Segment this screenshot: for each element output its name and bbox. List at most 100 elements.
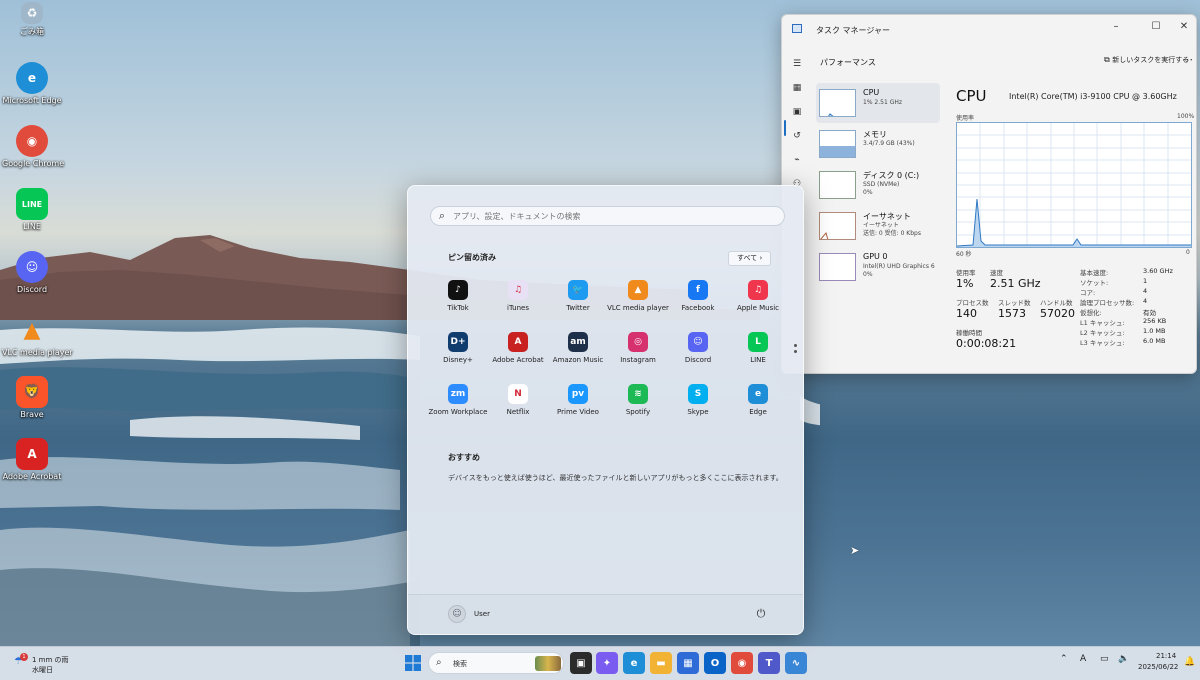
- tiktok-icon: ♪: [448, 280, 468, 300]
- chrome-icon[interactable]: ◉: [731, 652, 753, 674]
- run-new-task-button[interactable]: ⧉ 新しいタスクを実行する: [1104, 55, 1189, 65]
- volume-icon[interactable]: 🔈: [1118, 654, 1129, 664]
- windows-logo-icon: [405, 655, 421, 671]
- desktop-icon-discord[interactable]: ☺ Discord: [2, 251, 62, 294]
- task-manager-icon[interactable]: ∿: [785, 652, 807, 674]
- pinned-app-spotify[interactable]: ≋ Spotify: [608, 384, 668, 430]
- pinned-app-facebook[interactable]: f Facebook: [668, 280, 728, 326]
- ethernet-mini-graph: [819, 212, 856, 240]
- gpu-mini-graph: [819, 253, 856, 281]
- line-icon: L: [748, 332, 768, 352]
- acrobat-icon: A: [16, 438, 48, 470]
- all-apps-button[interactable]: すべて ›: [728, 251, 772, 266]
- handles-value: 57020: [1040, 307, 1075, 320]
- desktop-icon-label: Google Chrome: [2, 159, 65, 168]
- page-indicator[interactable]: [794, 344, 798, 356]
- vlc-icon: ▲: [23, 317, 41, 343]
- task-manager-window[interactable]: タスク マネージャー – ☐ ✕ ☰ ▦ ▣ ↺ ⌁ ⚇ パフォーマンス ⧉ 新…: [781, 14, 1197, 374]
- weather-widget[interactable]: ☂ 1 1 mm の雨 水曜日: [14, 651, 84, 677]
- resource-item-disk[interactable]: ディスク 0 (C:) SSD (NVMe) 0%: [816, 165, 940, 205]
- pinned-app-acrobat[interactable]: A Adobe Acrobat: [488, 332, 548, 378]
- resource-item-cpu[interactable]: CPU 1% 2.51 GHz: [816, 83, 940, 123]
- edge-icon[interactable]: e: [623, 652, 645, 674]
- resource-name: メモリ: [863, 130, 887, 139]
- performance-icon[interactable]: ▣: [790, 105, 804, 119]
- clock-date[interactable]: 2025/06/22: [1138, 663, 1178, 671]
- network-icon[interactable]: ▭: [1100, 654, 1109, 664]
- pinned-app-twitter[interactable]: 🐦 Twitter: [548, 280, 608, 326]
- desktop-icon-brave[interactable]: 🦁 Brave: [2, 376, 62, 419]
- pinned-app-discord[interactable]: ☺ Discord: [668, 332, 728, 378]
- cpu-usage-graph: [956, 122, 1192, 248]
- window-title: タスク マネージャー: [816, 26, 890, 35]
- desktop-icon-vlc[interactable]: ▲ VLC media player: [2, 314, 73, 358]
- brave-icon: 🦁: [16, 376, 48, 408]
- pinned-app-prime-video[interactable]: pv Prime Video: [548, 384, 608, 430]
- file-explorer-icon[interactable]: ▬: [650, 652, 672, 674]
- user-avatar-icon[interactable]: ☺: [448, 605, 466, 623]
- notification-bell-icon[interactable]: 🔔: [1184, 657, 1195, 667]
- pinned-app-line[interactable]: L LINE: [728, 332, 788, 378]
- pinned-app-itunes[interactable]: ♫ iTunes: [488, 280, 548, 326]
- desktop-icon-google-chrome[interactable]: ◉ Google Chrome: [2, 125, 65, 168]
- disney-plus-icon: D+: [448, 332, 468, 352]
- outlook-icon[interactable]: O: [704, 652, 726, 674]
- desktop-icon-line[interactable]: LINE LINE: [2, 188, 62, 231]
- uptime-value: 0:00:08:21: [956, 337, 1017, 350]
- pinned-app-instagram[interactable]: ◎ Instagram: [608, 332, 668, 378]
- start-search-input[interactable]: [453, 211, 784, 221]
- processes-icon[interactable]: ▦: [790, 81, 804, 95]
- app-history-icon[interactable]: ↺: [790, 129, 804, 143]
- pinned-app-skype[interactable]: S Skype: [668, 384, 728, 430]
- desktop-icon-adobe-acrobat[interactable]: A Adobe Acrobat: [2, 438, 62, 481]
- copilot-icon[interactable]: ✦: [596, 652, 618, 674]
- user-name[interactable]: User: [474, 610, 490, 618]
- pinned-app-vlc[interactable]: ▲ VLC media player: [607, 280, 669, 326]
- pinned-app-tiktok[interactable]: ♪ TikTok: [428, 280, 488, 326]
- instagram-icon: ◎: [628, 332, 648, 352]
- pinned-app-edge[interactable]: e Edge: [728, 384, 788, 430]
- hamburger-menu-icon[interactable]: ☰: [790, 57, 804, 71]
- utilization-label: 使用率: [956, 269, 976, 277]
- pinned-app-netflix[interactable]: N Netflix: [488, 384, 548, 430]
- pinned-app-disney-plus[interactable]: D+ Disney+: [428, 332, 488, 378]
- cpu-model: Intel(R) Core(TM) i3-9100 CPU @ 3.60GHz: [1009, 92, 1177, 101]
- clock-time[interactable]: 21:14: [1156, 652, 1176, 660]
- ime-indicator[interactable]: A: [1080, 654, 1086, 664]
- microsoft-store-icon[interactable]: ▦: [677, 652, 699, 674]
- task-view-icon[interactable]: ▣: [570, 652, 592, 674]
- desktop-icon-label: Microsoft Edge: [2, 96, 62, 105]
- desktop-icon-recycle-bin[interactable]: ♻ ごみ箱: [2, 2, 62, 37]
- resource-item-gpu[interactable]: GPU 0 Intel(R) UHD Graphics 6 0%: [816, 247, 940, 287]
- close-button[interactable]: ✕: [1172, 19, 1196, 35]
- taskbar-search-box[interactable]: ⌕ 検索: [428, 652, 564, 674]
- resource-detail: 3.4/7.9 GB (43%): [863, 140, 915, 147]
- desktop-icon-label: VLC media player: [2, 348, 73, 357]
- spec-value: 6.0 MB: [1143, 337, 1166, 345]
- start-button[interactable]: [402, 652, 424, 674]
- more-options-icon[interactable]: ⋯: [1182, 53, 1193, 66]
- maximize-button[interactable]: ☐: [1144, 19, 1168, 35]
- chevron-up-icon[interactable]: ⌃: [1060, 654, 1068, 664]
- teams-icon[interactable]: T: [758, 652, 780, 674]
- spec-value: 3.60 GHz: [1143, 267, 1173, 275]
- pinned-app-amazon-music[interactable]: am Amazon Music: [548, 332, 608, 378]
- resource-detail: Intel(R) UHD Graphics 6 0%: [863, 263, 935, 278]
- power-icon[interactable]: ⏻: [752, 605, 770, 623]
- uptime-label: 稼働時間: [956, 329, 982, 337]
- pinned-app-apple-music[interactable]: ♫ Apple Music: [728, 280, 788, 326]
- active-indicator: [784, 120, 786, 136]
- pinned-app-zoom[interactable]: zm Zoom Workplace: [428, 384, 488, 430]
- minimize-button[interactable]: –: [1104, 19, 1128, 35]
- pinned-section-title: ピン留め済み: [448, 253, 496, 262]
- startup-apps-icon[interactable]: ⌁: [790, 153, 804, 167]
- start-search-box[interactable]: ⌕: [430, 206, 785, 226]
- title-bar[interactable]: タスク マネージャー – ☐ ✕: [782, 15, 1196, 43]
- resource-item-ethernet[interactable]: イーサネット イーサネット 送信: 0 受信: 0 Kbps: [816, 206, 940, 246]
- desktop-icon-microsoft-edge[interactable]: e Microsoft Edge: [2, 62, 62, 105]
- spec-value: 256 KB: [1143, 317, 1167, 325]
- resource-item-memory[interactable]: メモリ 3.4/7.9 GB (43%): [816, 124, 940, 164]
- resource-name: イーサネット: [863, 212, 911, 221]
- spec-value: 4: [1143, 287, 1148, 295]
- cpu-mini-graph: [819, 89, 856, 117]
